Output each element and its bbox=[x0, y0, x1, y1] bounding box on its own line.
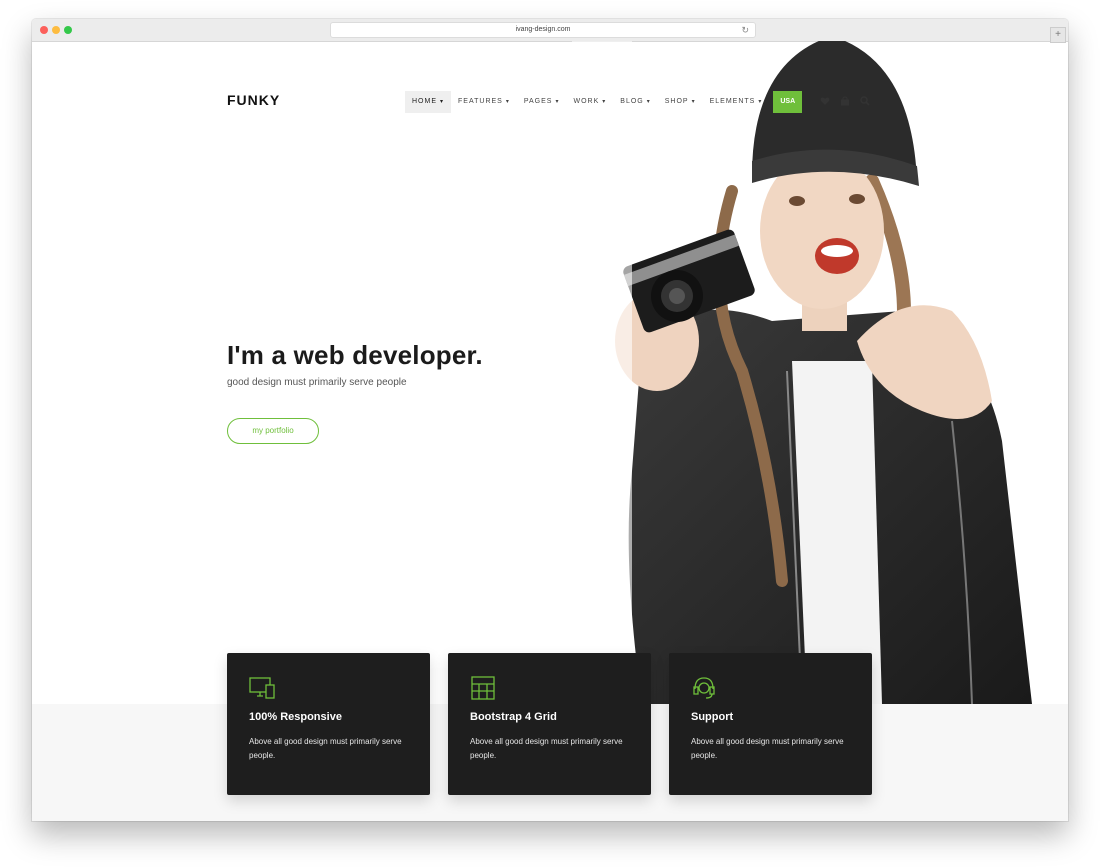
feature-title: 100% Responsive bbox=[249, 711, 342, 723]
hero-subline: good design must primarily serve people bbox=[227, 377, 407, 388]
chevron-down-icon: ▾ bbox=[505, 99, 510, 105]
nav-shop-label: SHOP bbox=[664, 98, 689, 105]
feature-text: Above all good design must primarily ser… bbox=[249, 737, 402, 760]
feature-title: Bootstrap 4 Grid bbox=[470, 711, 557, 723]
search-icon[interactable] bbox=[860, 96, 870, 106]
bag-icon[interactable] bbox=[840, 96, 850, 106]
headset-icon bbox=[693, 677, 715, 699]
close-window-button[interactable] bbox=[40, 26, 48, 34]
feature-card-grid: Bootstrap 4 Grid Above all good design m… bbox=[448, 653, 651, 795]
usa-badge-button[interactable]: USA bbox=[773, 91, 803, 113]
address-bar-url: ivang-design.com bbox=[515, 26, 571, 33]
nav-home[interactable]: HOME ▾ bbox=[405, 91, 452, 113]
nav-pages[interactable]: PAGES ▾ bbox=[517, 91, 567, 113]
heart-icon[interactable] bbox=[820, 96, 830, 106]
chevron-down-icon: ▾ bbox=[602, 99, 607, 105]
zoom-window-button[interactable] bbox=[64, 26, 72, 34]
feature-text: Above all good design must primarily ser… bbox=[470, 737, 623, 760]
nav-home-label: HOME bbox=[412, 98, 437, 105]
feature-text: Above all good design must primarily ser… bbox=[691, 737, 844, 760]
feature-card-responsive: 100% Responsive Above all good design mu… bbox=[227, 653, 430, 795]
browser-toolbar: ivang-design.com ↻ + bbox=[32, 19, 1068, 43]
nav-work-label: WORK bbox=[573, 98, 600, 105]
reload-icon[interactable]: ↻ bbox=[741, 23, 749, 37]
browser-window: ivang-design.com ↻ + FUNKY HOME ▾ FEATUR… bbox=[32, 19, 1068, 821]
nav-blog-label: BLOG bbox=[620, 98, 644, 105]
feature-title: Support bbox=[691, 711, 734, 723]
nav-features-label: FEATURES bbox=[458, 98, 503, 105]
nav-icons bbox=[820, 96, 870, 106]
feature-card-support: Support Above all good design must prima… bbox=[669, 653, 872, 795]
nav-blog[interactable]: BLOG ▾ bbox=[613, 91, 657, 113]
chevron-down-icon: ▾ bbox=[691, 99, 696, 105]
site-logo[interactable]: FUNKY bbox=[227, 92, 280, 108]
nav-features[interactable]: FEATURES ▾ bbox=[451, 91, 517, 113]
chevron-down-icon: ▾ bbox=[555, 99, 560, 105]
web-page: FUNKY HOME ▾ FEATURES ▾ PAGES ▾ WORK ▾ BLOG ▾… bbox=[32, 41, 1068, 821]
hero-headline: I'm a web developer. bbox=[227, 340, 483, 370]
my-portfolio-button[interactable]: my portfolio bbox=[227, 418, 319, 444]
nav-work[interactable]: WORK ▾ bbox=[566, 91, 613, 113]
nav-elements-label: ELEMENTS bbox=[709, 98, 756, 105]
chevron-down-icon: ▾ bbox=[440, 99, 445, 105]
hero-photo bbox=[572, 41, 1032, 704]
grid-icon bbox=[471, 676, 495, 700]
nav-pages-label: PAGES bbox=[523, 98, 553, 105]
address-bar[interactable]: ivang-design.com ↻ bbox=[330, 22, 756, 38]
nav-shop[interactable]: SHOP ▾ bbox=[658, 91, 703, 113]
chevron-down-icon: ▾ bbox=[646, 99, 651, 105]
monitor-icon bbox=[249, 677, 275, 699]
chevron-down-icon: ▾ bbox=[758, 99, 763, 105]
minimize-window-button[interactable] bbox=[52, 26, 60, 34]
main-nav: HOME ▾ FEATURES ▾ PAGES ▾ WORK ▾ BLOG ▾ SHOP ▾… bbox=[405, 91, 803, 113]
nav-elements[interactable]: ELEMENTS ▾ bbox=[703, 91, 770, 113]
